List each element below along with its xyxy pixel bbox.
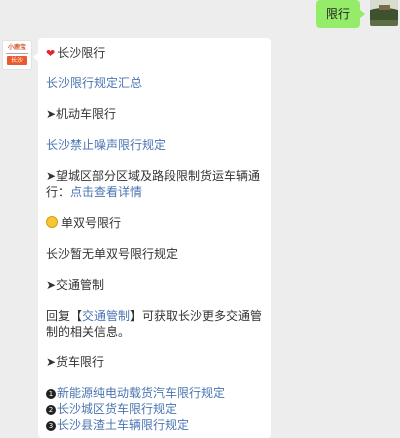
link-urban-truck-restriction[interactable]: 2 长沙城区货车限行规定 (46, 401, 177, 417)
logo-divider (6, 53, 28, 54)
bot-avatar[interactable]: 小鹿宝 长沙 (2, 40, 32, 70)
section-truck-area: ➤望城区部分区域及路段限制货运车辆通行：点击查看详情 (46, 169, 261, 199)
link-noise-restriction[interactable]: 长沙禁止噪声限行规定 (46, 137, 166, 153)
section-truck-restriction: ➤货车限行 (46, 355, 105, 369)
incoming-message-bubble: ❤ 长沙限行 长沙限行规定汇总 ➤机动车限行 长沙禁止噪声限行规定 ➤望城区部分区… (38, 38, 271, 438)
link-muck-truck-restriction[interactable]: 3 长沙县渣土车辆限行规定 (46, 417, 189, 433)
number-badge-icon: 3 (46, 421, 56, 431)
coin-icon (46, 216, 58, 228)
bot-logo-text: 小鹿宝 (7, 44, 26, 51)
user-avatar[interactable] (370, 0, 398, 26)
link-view-details[interactable]: 点击查看详情 (70, 185, 142, 199)
traffic-reply-text: 回复【交通管制】可获取长沙更多交通管制的相关信息。 (46, 309, 263, 339)
number-badge-icon: 2 (46, 405, 56, 415)
section-motor-vehicle: ➤机动车限行 (46, 107, 117, 121)
outgoing-bubble[interactable]: 限行 (315, 0, 366, 28)
link-restriction-summary[interactable]: 长沙限行规定汇总 (46, 75, 142, 91)
odd-even-text: 长沙暂无单双号限行规定 (46, 247, 179, 261)
section-traffic-control: ➤交通管制 (46, 278, 105, 292)
section-odd-even: 单双号限行 (46, 215, 121, 231)
number-badge-icon: 1 (46, 389, 56, 399)
heart-icon: ❤ (46, 47, 56, 60)
link-traffic-control[interactable]: 交通管制 (82, 309, 130, 323)
bot-city-label: 长沙 (7, 56, 27, 65)
link-ev-truck-restriction[interactable]: 1 新能源纯电动载货汽车限行规定 (46, 385, 225, 401)
message-title: ❤ 长沙限行 (46, 46, 106, 60)
